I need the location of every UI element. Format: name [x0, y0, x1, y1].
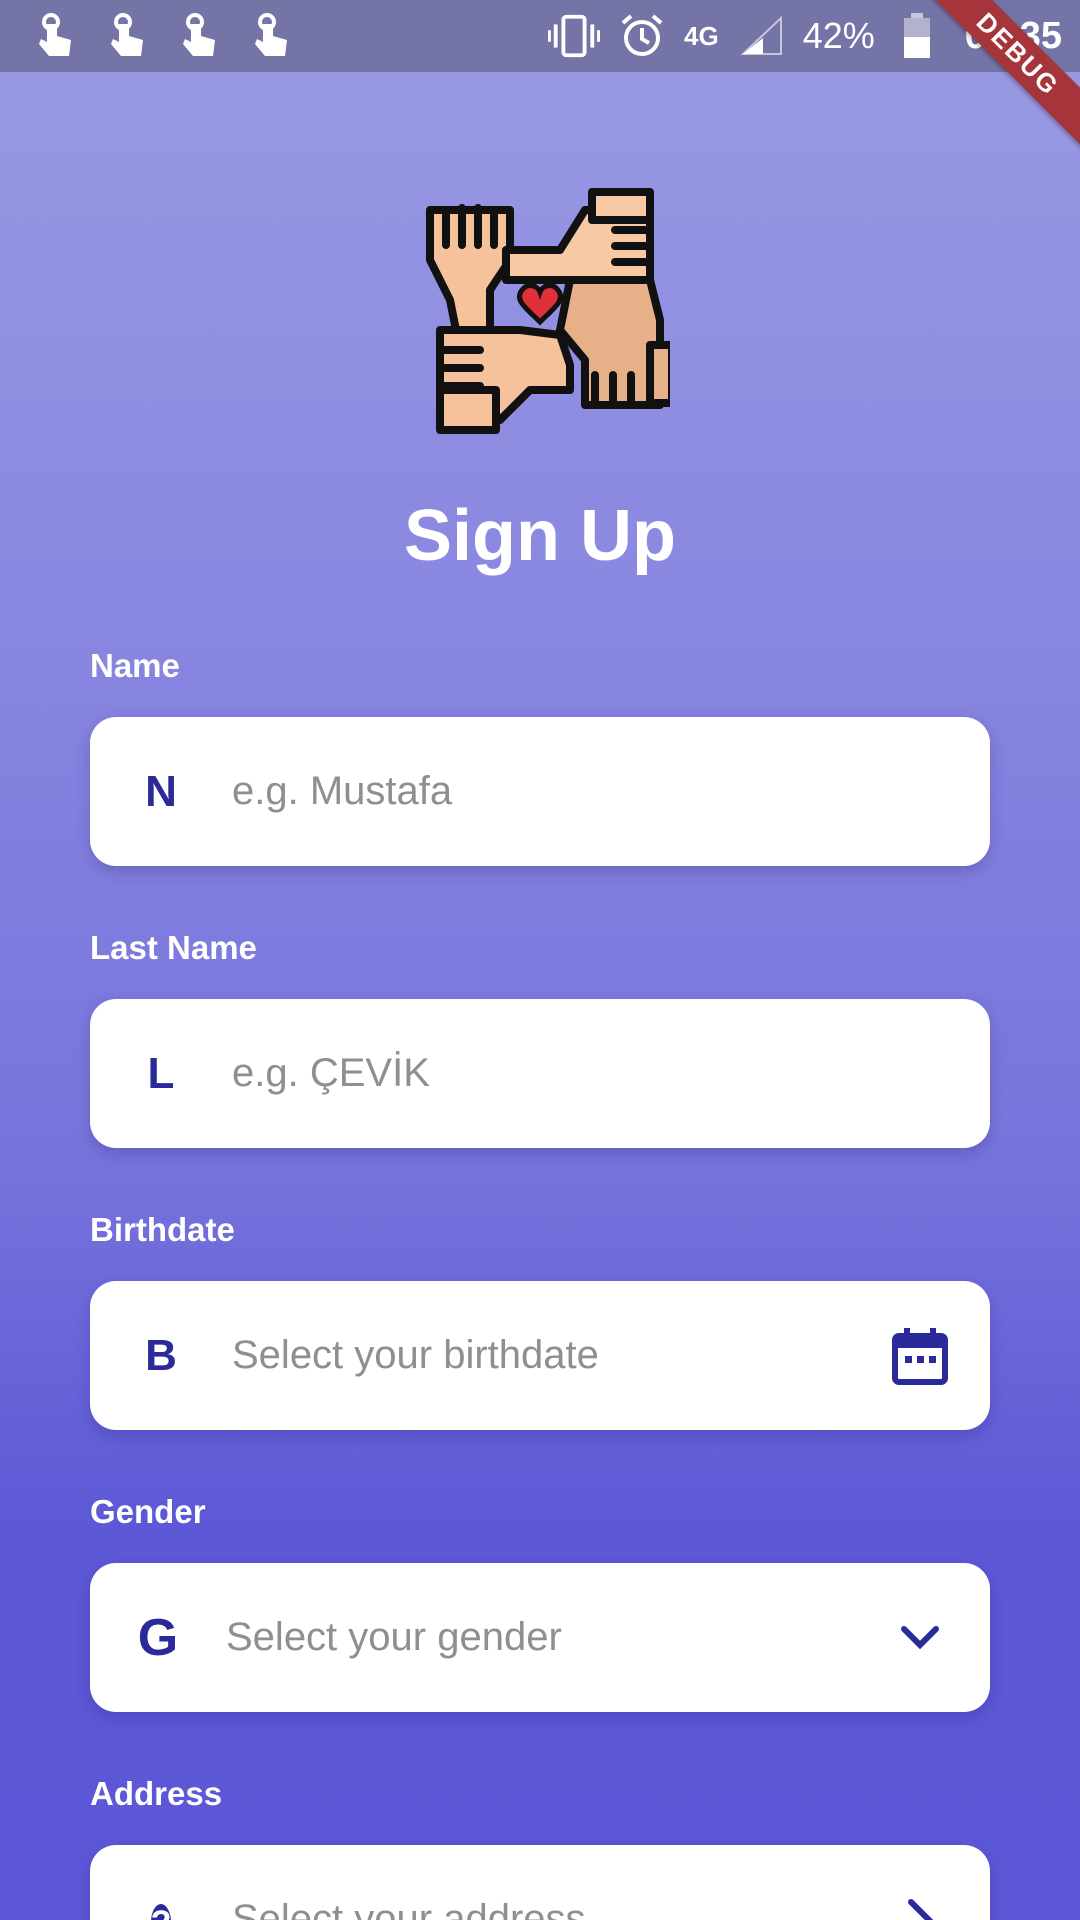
battery-percent: 42%	[802, 15, 875, 56]
battery-icon	[891, 10, 943, 62]
notification-icons	[30, 11, 296, 61]
touch-app-icon	[246, 11, 296, 61]
chevron-down-icon[interactable]	[890, 1608, 950, 1668]
last-name-input[interactable]: e.g. ÇEVİK	[232, 1051, 430, 1096]
touch-app-icon	[174, 11, 224, 61]
address-prefix: ?	[90, 1895, 232, 1920]
address-input[interactable]: Select your address	[232, 1897, 586, 1920]
signal-icon	[735, 10, 787, 62]
network-type-label: 4G	[684, 21, 719, 51]
last-name-label: Last Name	[90, 929, 257, 966]
birthdate-field[interactable]: B Select your birthdate	[90, 1281, 990, 1430]
help-circle-icon: ?	[150, 1903, 172, 1920]
gender-select[interactable]: Select your gender	[226, 1615, 562, 1660]
hands-heart-icon	[410, 180, 676, 440]
name-input[interactable]: e.g. Mustafa	[232, 769, 452, 814]
alarm-icon	[616, 10, 668, 62]
vibrate-icon	[548, 10, 601, 62]
address-field[interactable]: ? Select your address	[90, 1845, 990, 1920]
birthdate-prefix: B	[145, 1330, 177, 1380]
name-prefix: N	[145, 766, 177, 816]
gender-dropdown[interactable]: G Select your gender	[90, 1563, 990, 1712]
touch-app-icon	[102, 11, 152, 61]
page-title: Sign Up	[404, 496, 676, 576]
gender-label: Gender	[90, 1493, 206, 1530]
calendar-icon[interactable]	[890, 1326, 950, 1386]
touch-app-icon	[30, 11, 80, 61]
address-label: Address	[90, 1775, 223, 1812]
name-field[interactable]: N e.g. Mustafa	[90, 717, 990, 866]
last-name-prefix: L	[147, 1048, 175, 1098]
birthdate-label: Birthdate	[90, 1211, 235, 1248]
chevron-right-icon[interactable]	[890, 1890, 950, 1920]
gender-prefix: G	[137, 1608, 179, 1667]
name-label: Name	[90, 647, 180, 684]
last-name-field[interactable]: L e.g. ÇEVİK	[90, 999, 990, 1148]
birthdate-input[interactable]: Select your birthdate	[232, 1333, 599, 1378]
status-bar: 4G 42% 02:35	[0, 0, 1080, 72]
